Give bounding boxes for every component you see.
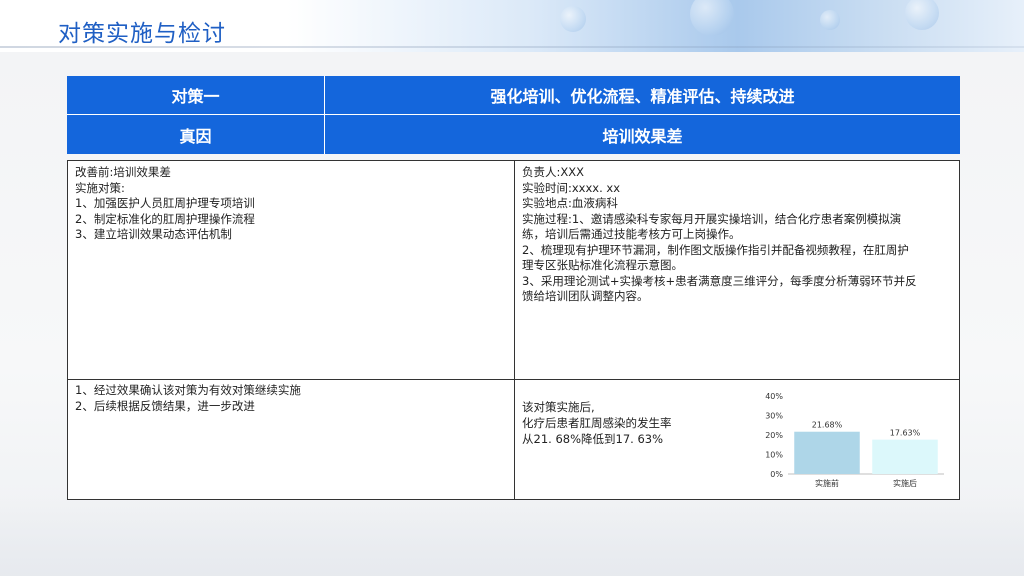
header-cell-measure-label: 对策一 [67, 76, 325, 115]
bar-data-label: 17.63% [890, 429, 921, 438]
chart-bar [872, 439, 938, 474]
y-tick-label: 10% [765, 451, 783, 460]
decorative-bubble [690, 0, 734, 36]
x-category-label: 实施后 [893, 478, 917, 488]
conclusion-section: 1、经过效果确认该对策为有效对策继续实施 2、后续根据反馈结果，进一步改进 [75, 383, 505, 414]
header-cell-cause-label: 真因 [67, 115, 325, 154]
result-section: 该对策实施后, 化疗后患者肛周感染的发生率 从21. 68%降低到17. 63% [522, 399, 752, 447]
decorative-bubble [560, 6, 586, 32]
experiment-process-line: 理专区张贴标准化流程示意图。 [522, 258, 683, 272]
chart-bar [794, 431, 860, 474]
experiment-time: 实验时间:xxxx. xx [522, 180, 621, 195]
table-horizontal-divider [68, 379, 959, 380]
header-cell-cause-value: 培训效果差 [325, 115, 960, 154]
decorative-bubble [820, 10, 840, 30]
y-tick-label: 30% [765, 412, 783, 421]
y-tick-label: 40% [765, 392, 783, 401]
bottom-decoration [0, 496, 1024, 576]
before-section: 改善前:培训效果差 实施对策: 1、加强医护人员肛周护理专项培训 2、制定标准化… [75, 165, 505, 243]
experiment-process-line: 练，培训后需通过技能考核方可上岗操作。 [522, 227, 741, 241]
bar-data-label: 21.68% [812, 421, 843, 430]
before-line: 实施对策: [75, 180, 125, 195]
result-line: 该对策实施后, [522, 400, 595, 414]
y-tick-label: 20% [765, 431, 783, 440]
experiment-process-line: 3、采用理论测试+实操考核+患者满意度三维评分，每季度分析薄弱环节并反 [522, 273, 917, 288]
y-tick-label: 0% [770, 470, 783, 479]
experiment-process-line: 2、梳理现有护理环节漏洞，制作图文版操作指引并配备视频教程，在肛周护 [522, 242, 909, 257]
conclusion-line: 2、后续根据反馈结果，进一步改进 [75, 398, 255, 413]
before-line: 改善前:培训效果差 [75, 165, 171, 179]
experiment-section: 负责人:XXX 实验时间:xxxx. xx 实验地点:血液病科 实施过程:1、邀… [522, 165, 954, 305]
header-table: 对策一 强化培训、优化流程、精准评估、持续改进 真因 培训效果差 [67, 76, 960, 154]
experiment-owner: 负责人:XXX [522, 165, 585, 179]
table-vertical-divider [514, 161, 515, 499]
before-line: 3、建立培训效果动态评估机制 [75, 227, 232, 241]
page-title: 对策实施与检讨 [58, 21, 226, 47]
before-line: 2、制定标准化的肛周护理操作流程 [75, 211, 255, 226]
result-line: 从21. 68%降低到17. 63% [522, 432, 664, 446]
experiment-location: 实验地点:血液病科 [522, 196, 618, 210]
before-line: 1、加强医护人员肛周护理专项培训 [75, 196, 255, 210]
header-cell-measure-value: 强化培训、优化流程、精准评估、持续改进 [325, 76, 960, 115]
result-line: 化疗后患者肛周感染的发生率 [522, 416, 672, 430]
incidence-bar-chart: 0% 10% 20% 30% 40% 21.68% 实施前 17.63% 实施后 [765, 392, 944, 488]
incidence-chart: 0% 10% 20% 30% 40% 21.68% 实施前 17.63% 实施后 [752, 386, 952, 494]
experiment-process-line: 实施过程:1、邀请感染科专家每月开展实操培训，结合化疗患者案例模拟演 [522, 211, 902, 226]
experiment-process-line: 馈给培训团队调整内容。 [522, 289, 649, 303]
decorative-bubble [905, 0, 939, 30]
x-category-label: 实施前 [815, 478, 839, 488]
conclusion-line: 1、经过效果确认该对策为有效对策继续实施 [75, 383, 301, 397]
